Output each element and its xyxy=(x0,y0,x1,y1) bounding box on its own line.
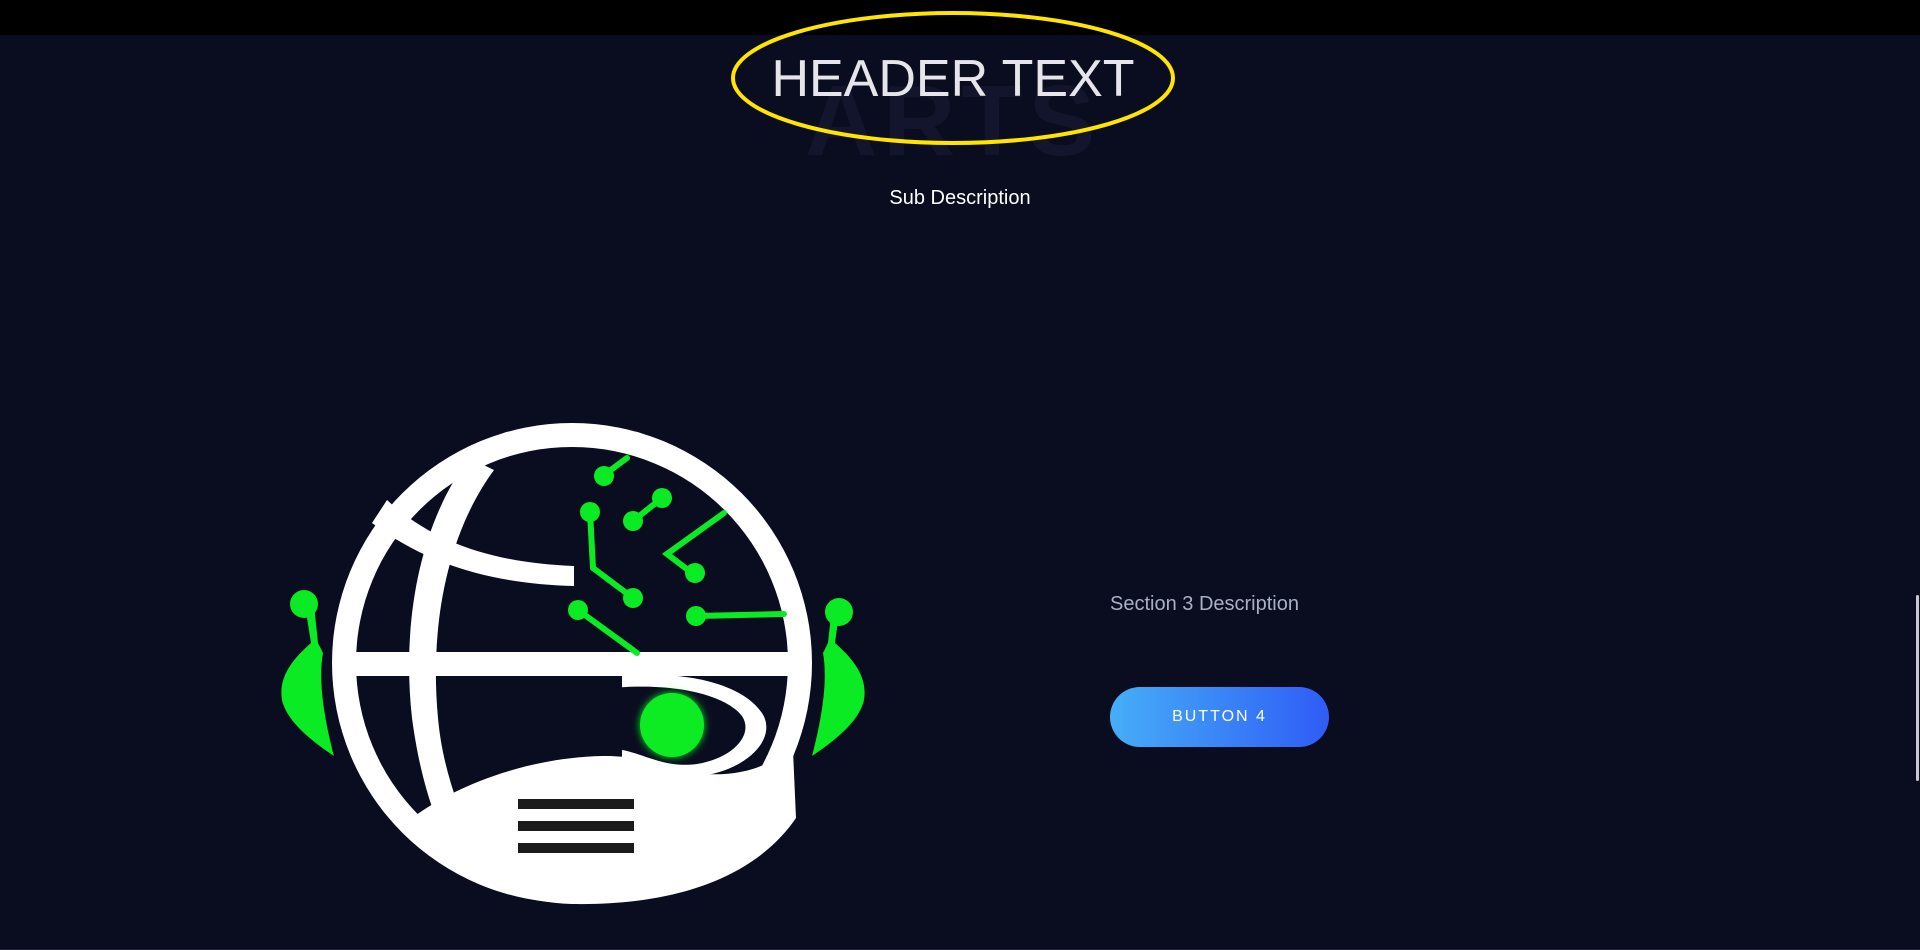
section-3-description: Section 3 Description xyxy=(1110,593,1299,615)
header-title: HEADER TEXT xyxy=(771,50,1135,108)
page: ARTS HEADER TEXT Sub Description Section… xyxy=(0,0,1920,950)
header-block: ARTS HEADER TEXT xyxy=(730,9,1176,161)
scrollbar-thumb[interactable] xyxy=(1916,595,1919,781)
robot-globe-logo-icon xyxy=(281,423,865,905)
scrollbar-track[interactable] xyxy=(1914,35,1920,950)
button-4[interactable]: BUTTON 4 xyxy=(1110,687,1329,747)
sub-description: Sub Description xyxy=(889,187,1031,209)
